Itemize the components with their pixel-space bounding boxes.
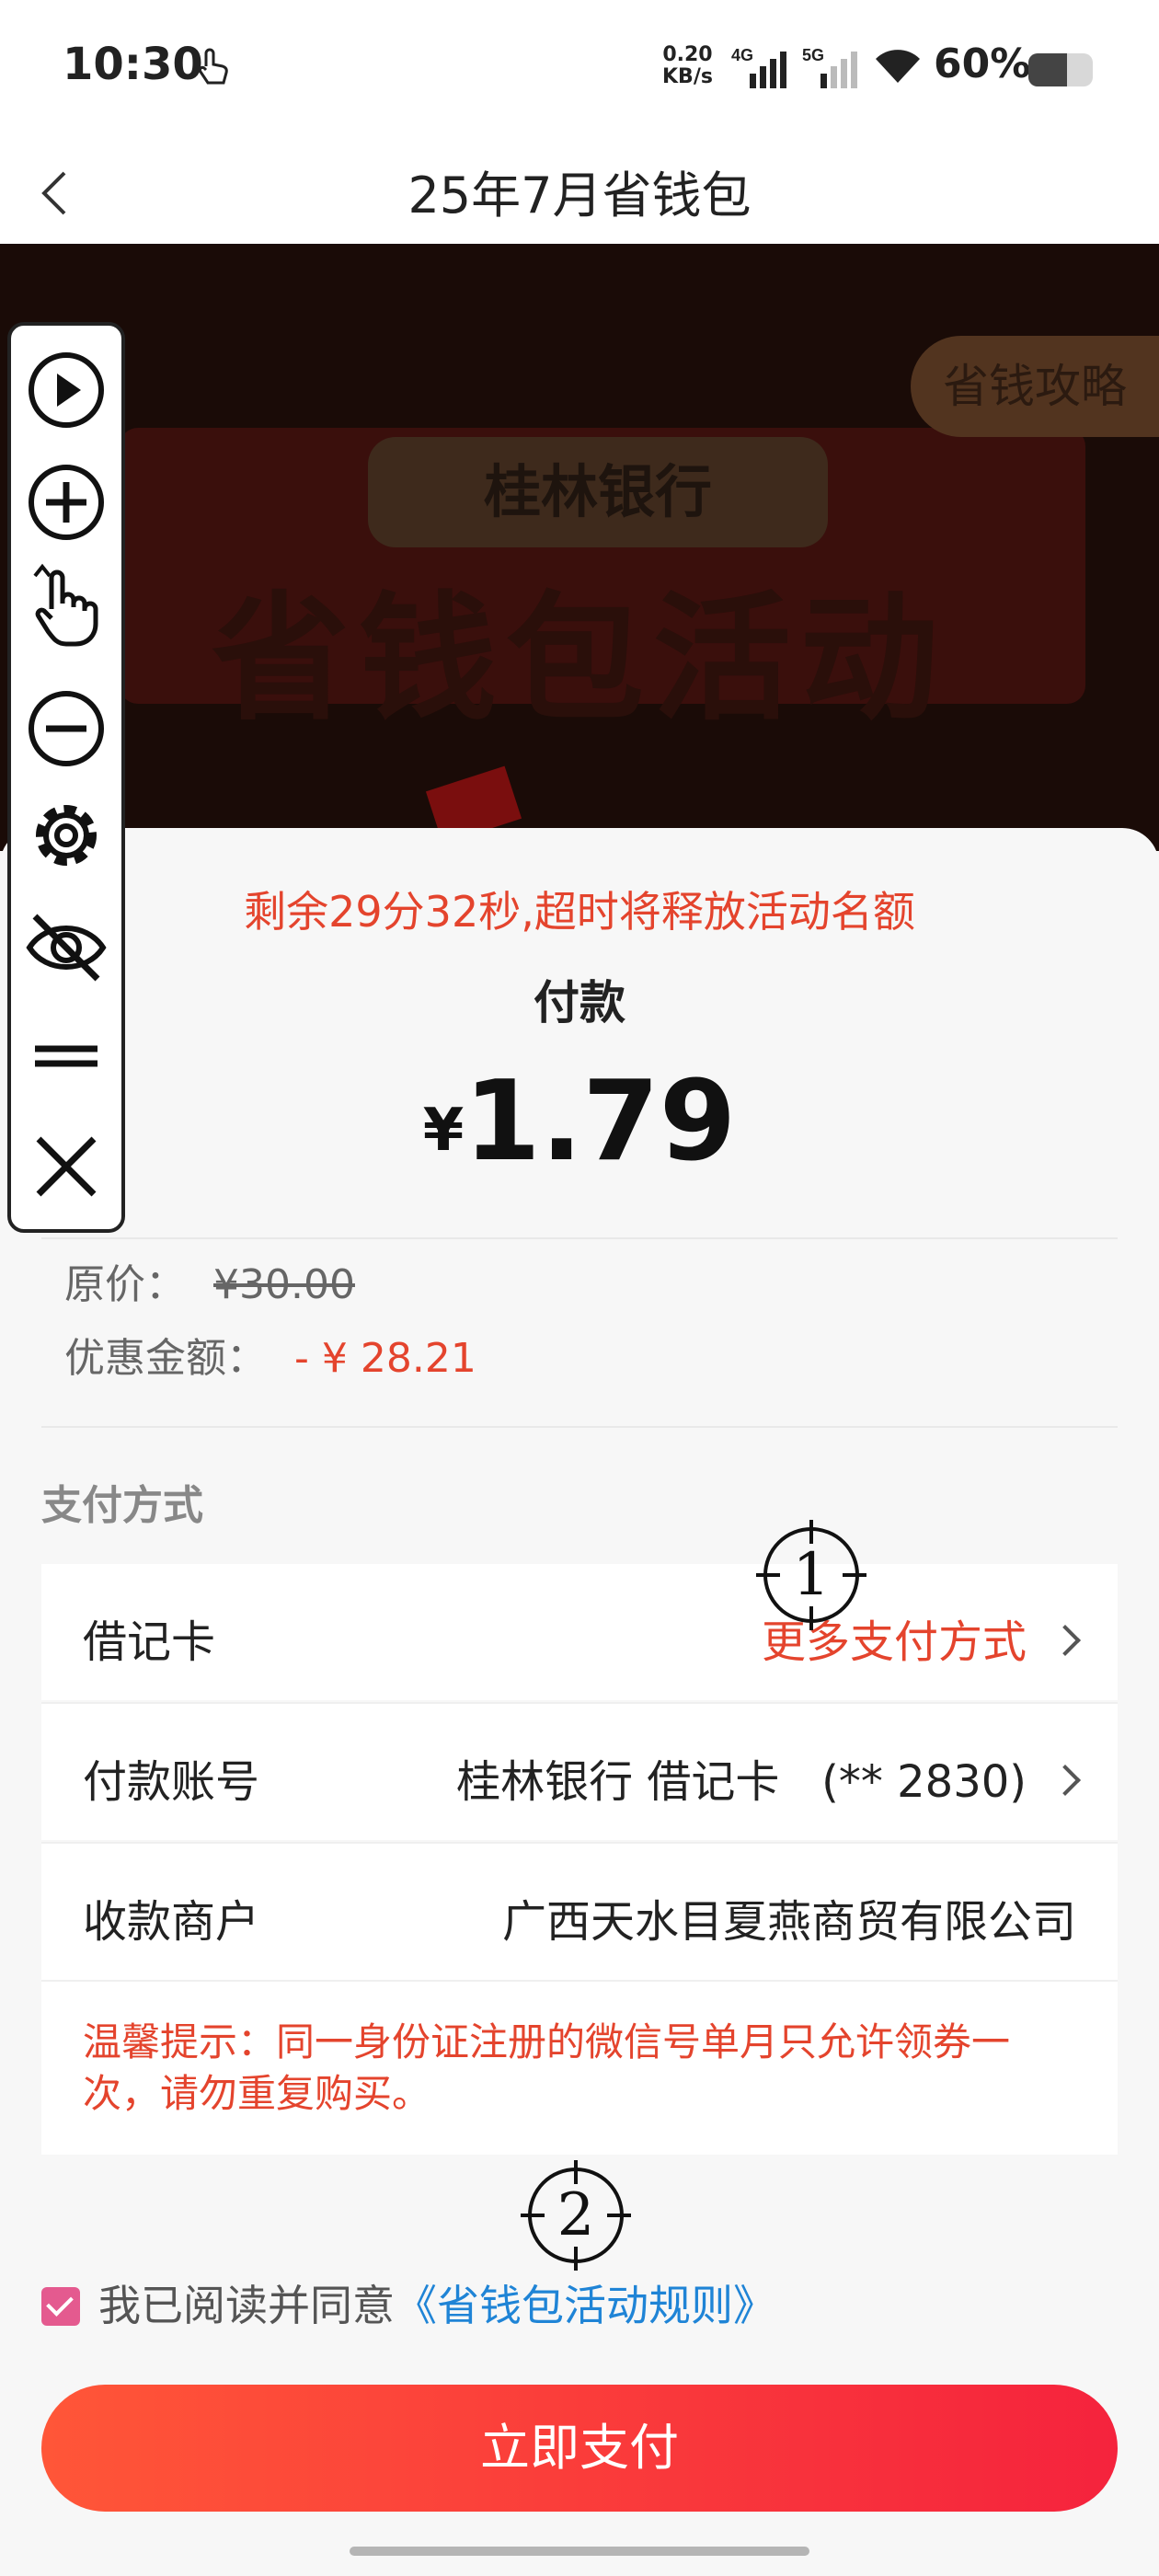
pay-method-title: 支付方式 bbox=[41, 1482, 203, 1529]
play-icon[interactable] bbox=[24, 348, 109, 432]
menu-icon[interactable] bbox=[24, 1014, 109, 1098]
pay-method-label: 借记卡 bbox=[83, 1616, 216, 1668]
activity-banner: 桂林银行 省钱包活动 省钱攻略 bbox=[0, 244, 1159, 851]
marker-number: 2 bbox=[557, 2181, 595, 2249]
guide-button[interactable]: 省钱攻略 bbox=[911, 336, 1159, 437]
page-title: 25年7月省钱包 bbox=[407, 167, 752, 224]
currency-symbol: ¥ bbox=[422, 1097, 465, 1165]
payment-sheet: 剩余29分32秒,超时将释放活动名额 付款 ¥1.79 原价： ¥30.00 优惠… bbox=[0, 828, 1159, 2576]
pay-account-row[interactable]: 付款账号 桂林银行 借记卡 (** 2830) bbox=[41, 1704, 1118, 1840]
divider bbox=[41, 1237, 1118, 1239]
marker-number: 1 bbox=[792, 1541, 831, 1609]
merchant-value: 广西天水目夏燕商贸有限公司 bbox=[501, 1896, 1076, 1948]
zoom-out-icon[interactable] bbox=[24, 686, 109, 771]
tap-gesture-icon[interactable] bbox=[24, 563, 109, 648]
tip-text: 温馨提示：同一身份证注册的微信号单月只允许领券一次，请勿重复购买。 bbox=[83, 2019, 1011, 2116]
agree-checkbox[interactable] bbox=[41, 2287, 80, 2326]
discount-value: - ¥ 28.21 bbox=[294, 1335, 476, 1382]
discount-label: 优惠金额： bbox=[64, 1335, 267, 1382]
chevron-right-icon bbox=[1050, 1625, 1081, 1656]
payment-label: 付款 bbox=[534, 976, 625, 1029]
eye-off-icon[interactable] bbox=[24, 905, 109, 990]
zoom-in-icon[interactable] bbox=[24, 460, 109, 545]
chevron-right-icon bbox=[1050, 1765, 1081, 1796]
divider bbox=[41, 1426, 1118, 1428]
net-speed: 0.20 KB/s bbox=[662, 43, 713, 88]
pay-now-button[interactable]: 立即支付 bbox=[41, 2385, 1118, 2512]
original-price-label: 原价： bbox=[64, 1261, 186, 1308]
net2-label: 5G bbox=[802, 46, 824, 64]
banner-bank-name: 桂林银行 bbox=[368, 437, 828, 547]
agree-prefix: 我已阅读并同意 bbox=[98, 2281, 395, 2330]
battery-percent: 60% bbox=[934, 40, 1031, 87]
nav-bar: 25年7月省钱包 bbox=[0, 138, 1159, 244]
merchant-row: 收款商户 广西天水目夏燕商贸有限公司 bbox=[41, 1844, 1118, 1980]
merchant-label: 收款商户 bbox=[83, 1896, 260, 1948]
crosshair-marker: 1 bbox=[756, 1520, 866, 1630]
net1-label: 4G bbox=[731, 46, 753, 64]
pay-account-value[interactable]: 桂林银行 借记卡 (** 2830) bbox=[456, 1745, 1081, 1810]
amount-value: 1.79 bbox=[464, 1058, 737, 1186]
pay-method-row[interactable]: 借记卡 更多支付方式 bbox=[41, 1564, 1118, 1700]
agreement: 我已阅读并同意《省钱包活动规则》 bbox=[41, 2272, 775, 2333]
original-price: 原价： ¥30.00 bbox=[64, 1251, 355, 1310]
original-price-value: ¥30.00 bbox=[213, 1261, 355, 1308]
touch-hand-icon bbox=[193, 46, 230, 92]
countdown-text: 剩余29分32秒,超时将释放活动名额 bbox=[244, 887, 915, 937]
discount: 优惠金额： - ¥ 28.21 bbox=[64, 1325, 476, 1384]
status-bar: 10:30 0.20 KB/s 4G 5G 60% bbox=[0, 0, 1159, 138]
clock: 10:30 bbox=[63, 39, 203, 90]
battery-icon bbox=[1028, 53, 1093, 86]
rules-link[interactable]: 《省钱包活动规则》 bbox=[395, 2281, 775, 2330]
close-icon[interactable] bbox=[24, 1124, 109, 1209]
payment-amount: ¥1.79 bbox=[0, 1058, 1159, 1186]
wifi-icon bbox=[874, 48, 922, 88]
floating-toolbar bbox=[7, 322, 125, 1233]
banner-headline: 省钱包活动 bbox=[211, 580, 947, 740]
gear-icon[interactable] bbox=[24, 793, 109, 878]
tip-box: 温馨提示：同一身份证注册的微信号单月只允许领券一次，请勿重复购买。 bbox=[41, 1982, 1118, 2155]
signal-5g-icon: 5G bbox=[802, 46, 866, 94]
pay-account-label: 付款账号 bbox=[83, 1756, 260, 1808]
signal-4g-icon: 4G bbox=[731, 46, 796, 94]
crosshair-marker: 2 bbox=[521, 2160, 631, 2271]
home-indicator bbox=[350, 2547, 809, 2556]
